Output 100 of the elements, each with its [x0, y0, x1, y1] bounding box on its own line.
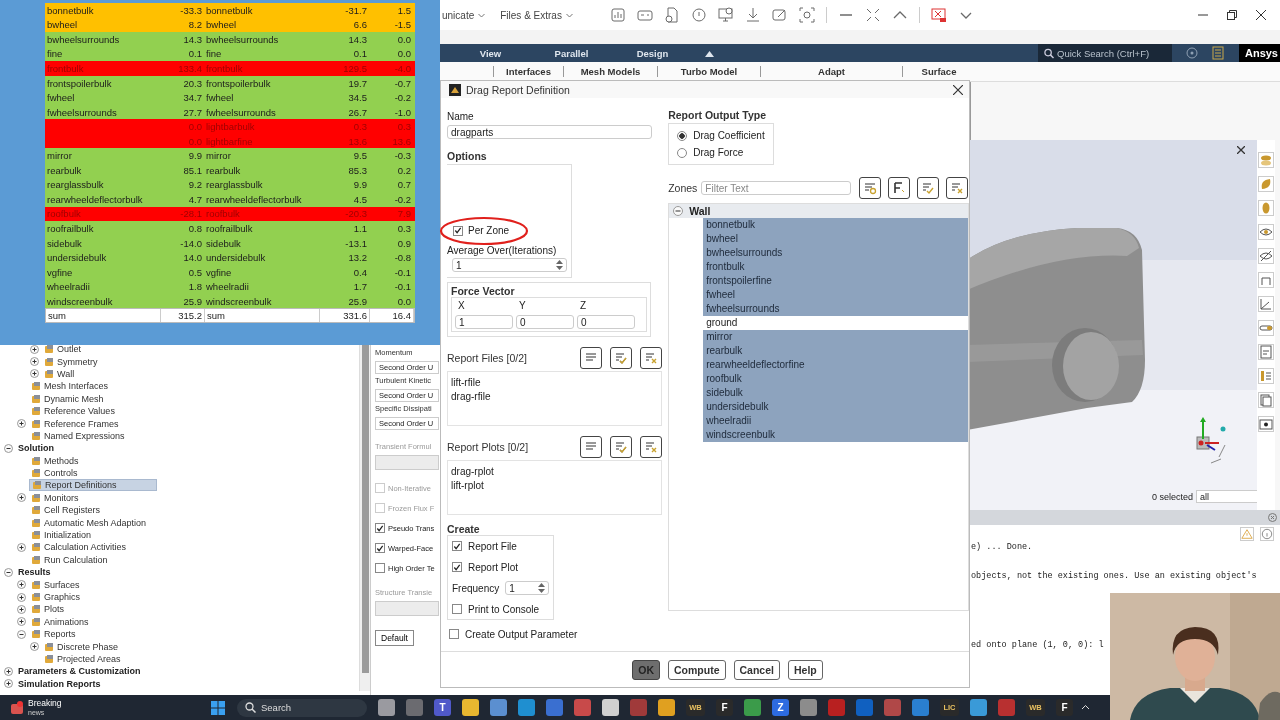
close-icon[interactable]: [1256, 10, 1266, 20]
list-item[interactable]: wheelradii: [703, 414, 968, 428]
expand-toggle-icon[interactable]: [30, 344, 39, 354]
ribbon-group-tab[interactable]: Adapt: [760, 66, 902, 77]
text-field[interactable]: dragparts: [447, 125, 652, 139]
tree-item[interactable]: Plots: [29, 603, 66, 616]
app-icon[interactable]: F: [1056, 699, 1073, 716]
list-item[interactable]: frontbulk: [703, 260, 968, 274]
tree-item[interactable]: Projected Areas: [42, 652, 123, 665]
tree-item[interactable]: Cell Registers: [29, 504, 103, 517]
news-icon[interactable]: [10, 700, 24, 715]
caret-up-icon[interactable]: [705, 49, 714, 57]
tree-item[interactable]: Report Definitions: [29, 479, 157, 492]
power-icon[interactable]: [690, 7, 707, 23]
list-item[interactable]: sidebulk: [703, 386, 968, 400]
tree-item[interactable]: Automatic Mesh Adaption: [29, 516, 149, 529]
camera-icon[interactable]: [798, 7, 815, 23]
download-icon[interactable]: [744, 7, 761, 23]
icon-button[interactable]: [610, 347, 633, 369]
tree-item[interactable]: Monitors: [29, 491, 81, 504]
close-icon[interactable]: [953, 84, 963, 95]
tree-item[interactable]: Wall: [42, 367, 77, 380]
tree-item[interactable]: Run Calculation: [29, 553, 110, 566]
list-item[interactable]: windscreenbulk: [703, 428, 968, 442]
expand-toggle-icon[interactable]: [30, 369, 39, 379]
ribbon-group-tab[interactable]: Interfaces: [493, 66, 563, 77]
edit-icon[interactable]: [771, 7, 788, 23]
tree-item[interactable]: Named Expressions: [29, 429, 127, 442]
ribbon-group-tab[interactable]: Mesh Models: [563, 66, 657, 77]
ribbon-tab[interactable]: View: [450, 47, 531, 59]
close-window-icon[interactable]: [930, 7, 947, 23]
tree-item[interactable]: Simulation Reports: [16, 677, 103, 690]
tree-item[interactable]: Initialization: [29, 529, 94, 542]
list-item[interactable]: roofbulk: [703, 372, 968, 386]
radio-button[interactable]: [677, 130, 688, 141]
checkbox[interactable]: [453, 225, 463, 236]
ribbon-tab[interactable]: Parallel: [531, 47, 612, 59]
icon-button[interactable]: [610, 436, 633, 458]
card-icon[interactable]: [636, 7, 653, 23]
tree-item[interactable]: Surfaces: [29, 578, 82, 591]
collapse-toggle-icon[interactable]: [4, 443, 13, 453]
list-item[interactable]: ground: [703, 316, 968, 330]
checkbox[interactable]: [452, 562, 462, 572]
tree-item[interactable]: Graphics: [29, 591, 82, 603]
search-field[interactable]: Quick Search (Ctrl+F): [1038, 44, 1172, 62]
help-icon[interactable]: [1186, 47, 1198, 59]
number-spinner[interactable]: 1: [505, 581, 549, 595]
info-icon[interactable]: [1260, 527, 1274, 541]
dialog-button[interactable]: Help: [787, 659, 823, 680]
tree-item[interactable]: Outlet: [42, 343, 83, 356]
collapse-toggle-icon[interactable]: [17, 629, 26, 639]
list-item[interactable]: fwheelsurrounds: [703, 302, 968, 316]
tree-item[interactable]: Animations: [29, 615, 91, 628]
tree-item[interactable]: Controls: [29, 467, 80, 480]
expand-toggle-icon[interactable]: [30, 642, 39, 652]
tree-item[interactable]: Methods: [29, 454, 81, 467]
tree-item[interactable]: Wall: [689, 205, 711, 217]
tree-item[interactable]: Results: [16, 566, 53, 579]
expand-toggle-icon[interactable]: [17, 604, 26, 614]
tool-button[interactable]: [1258, 416, 1274, 432]
checkbox[interactable]: [452, 541, 462, 551]
checkbox[interactable]: [375, 543, 385, 553]
tool-button[interactable]: [1258, 248, 1274, 264]
expand-toggle-icon[interactable]: [17, 617, 26, 627]
tree-item[interactable]: Calculation Activities: [29, 541, 129, 554]
checkbox[interactable]: [452, 604, 462, 614]
ribbon-group-tab[interactable]: Surface: [902, 66, 975, 77]
list-item[interactable]: bonnetbulk: [703, 218, 968, 232]
list-item[interactable]: rearbulk: [703, 344, 968, 358]
icon-button[interactable]: [859, 177, 882, 199]
ribbon-tab[interactable]: Design: [612, 47, 693, 59]
icon-button[interactable]: [917, 177, 940, 199]
expand-toggle-icon[interactable]: [17, 542, 26, 552]
expand-toggle-icon[interactable]: [30, 357, 39, 367]
number-field[interactable]: 0: [516, 315, 574, 329]
list-item[interactable]: bwheelsurrounds: [703, 246, 968, 260]
tree-item[interactable]: Solution: [16, 442, 56, 455]
tree-item[interactable]: Reference Values: [29, 405, 117, 418]
default-button[interactable]: Default: [375, 630, 414, 646]
tree-item[interactable]: Discrete Phase: [42, 640, 121, 653]
app-icon[interactable]: F: [716, 699, 733, 716]
tree-item[interactable]: Parameters & Customization: [16, 665, 143, 678]
search-field[interactable]: Search: [237, 698, 367, 717]
list-item[interactable]: drag-rplot: [451, 465, 659, 479]
collapse-icon[interactable]: [864, 7, 881, 23]
menu-button[interactable]: Files & Extras: [500, 9, 574, 21]
checkbox[interactable]: [449, 629, 459, 639]
list-item[interactable]: undersidebulk: [703, 400, 968, 414]
list-item[interactable]: drag-rfile: [451, 390, 659, 404]
checkbox[interactable]: [375, 523, 385, 533]
icon-button[interactable]: [640, 436, 663, 458]
monitor-icon[interactable]: [717, 7, 734, 23]
chart-icon[interactable]: [609, 7, 626, 23]
list-item[interactable]: lift-rplot: [451, 479, 659, 493]
dropdown[interactable]: all: [1196, 490, 1257, 503]
list-item[interactable]: mirror: [703, 330, 968, 344]
expand-toggle-icon[interactable]: [4, 679, 13, 689]
number-field[interactable]: 0: [577, 315, 635, 329]
list-item[interactable]: rearwheeldeflectorfine: [703, 358, 968, 372]
dialog-button[interactable]: Cancel: [733, 659, 780, 680]
